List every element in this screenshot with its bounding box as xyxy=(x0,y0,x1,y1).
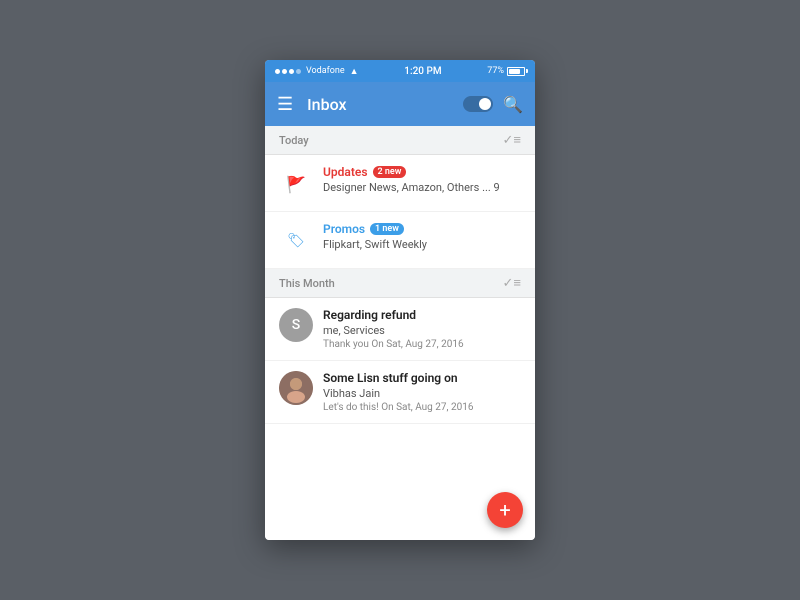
promos-title-row: Promos 1 new xyxy=(323,222,521,236)
updates-title-row: Updates 2 new xyxy=(323,165,521,179)
toolbar-title: Inbox xyxy=(307,95,463,114)
promos-title: Promos xyxy=(323,222,365,236)
promos-content: Promos 1 new Flipkart, Swift Weekly xyxy=(323,222,521,251)
lisn-email-content: Some Lisn stuff going on Vibhas Jain Let… xyxy=(323,371,521,413)
today-section-header: Today ✓≡ xyxy=(265,126,535,155)
lisn-from: Vibhas Jain xyxy=(323,387,521,400)
lisn-email-item[interactable]: Some Lisn stuff going on Vibhas Jain Let… xyxy=(265,361,535,424)
month-section-header: This Month ✓≡ xyxy=(265,269,535,298)
status-time: 1:20 PM xyxy=(404,66,441,77)
carrier-text: Vodafone xyxy=(306,66,345,76)
updates-subtitle: Designer News, Amazon, Others ... 9 xyxy=(323,181,521,194)
month-items: S Regarding refund me, Services Thank yo… xyxy=(265,298,535,424)
menu-button[interactable]: ☰ xyxy=(277,94,293,115)
tag-icon: 🏷 xyxy=(287,233,305,249)
toolbar: ☰ Inbox 🔍 xyxy=(265,82,535,126)
lisn-subject: Some Lisn stuff going on xyxy=(323,371,521,385)
battery-icon xyxy=(507,67,525,76)
refund-email-item[interactable]: S Regarding refund me, Services Thank yo… xyxy=(265,298,535,361)
search-button[interactable]: 🔍 xyxy=(503,95,523,114)
today-check-all[interactable]: ✓≡ xyxy=(503,132,521,148)
updates-content: Updates 2 new Designer News, Amazon, Oth… xyxy=(323,165,521,194)
fab-container: + xyxy=(265,424,535,540)
updates-item[interactable]: 🚩 Updates 2 new Designer News, Amazon, O… xyxy=(265,155,535,212)
phone-frame: Vodafone ▲ 1:20 PM 77% ☰ Inbox 🔍 Today ✓… xyxy=(265,60,535,540)
refund-email-content: Regarding refund me, Services Thank you … xyxy=(323,308,521,350)
status-bar: Vodafone ▲ 1:20 PM 77% xyxy=(265,60,535,82)
updates-title: Updates xyxy=(323,165,368,179)
today-items: 🚩 Updates 2 new Designer News, Amazon, O… xyxy=(265,155,535,269)
promos-item[interactable]: 🏷 Promos 1 new Flipkart, Swift Weekly xyxy=(265,212,535,269)
month-check-all[interactable]: ✓≡ xyxy=(503,275,521,291)
updates-badge: 2 new xyxy=(373,166,407,178)
promos-subtitle: Flipkart, Swift Weekly xyxy=(323,238,521,251)
lisn-avatar xyxy=(279,371,313,405)
refund-preview: Thank you On Sat, Aug 27, 2016 xyxy=(323,339,521,350)
battery-percent: 77% xyxy=(487,66,504,76)
status-right: 77% xyxy=(487,66,525,76)
signal-icon xyxy=(275,69,301,74)
compose-fab[interactable]: + xyxy=(487,492,523,528)
promos-icon-container: 🏷 xyxy=(279,224,313,258)
refund-avatar: S xyxy=(279,308,313,342)
today-label: Today xyxy=(279,134,309,147)
wifi-icon: ▲ xyxy=(350,66,359,77)
updates-icon-container: 🚩 xyxy=(279,167,313,201)
promos-badge: 1 new xyxy=(370,223,404,235)
toggle-button[interactable] xyxy=(463,96,493,112)
flag-icon: 🚩 xyxy=(286,175,306,194)
toolbar-actions: 🔍 xyxy=(463,95,523,114)
status-left: Vodafone ▲ xyxy=(275,66,359,77)
lisn-preview: Let's do this! On Sat, Aug 27, 2016 xyxy=(323,402,521,413)
refund-from: me, Services xyxy=(323,324,521,337)
refund-subject: Regarding refund xyxy=(323,308,521,322)
month-label: This Month xyxy=(279,277,335,290)
